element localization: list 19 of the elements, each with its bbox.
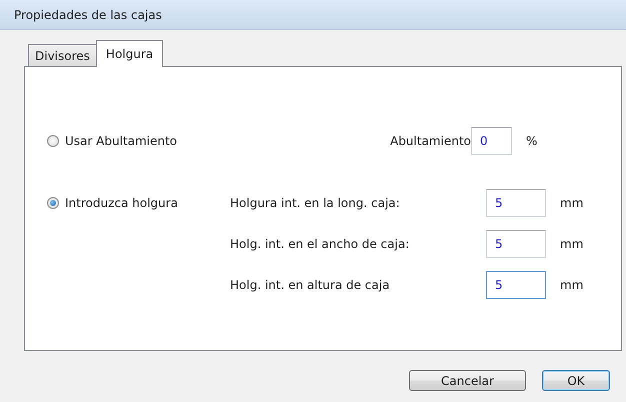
field-label: Holg. int. en el ancho de caja: (230, 236, 410, 253)
radio-option[interactable]: Introduzca holgura (47, 189, 178, 217)
input-field[interactable]: 5 (486, 189, 546, 217)
tab[interactable]: Holgura (96, 40, 164, 67)
dialog-button[interactable]: Cancelar (409, 370, 526, 391)
radio-option[interactable]: Usar Abultamiento (47, 127, 178, 155)
window-title: Propiedades de las cajas (0, 0, 626, 30)
unit-label: mm (560, 277, 584, 294)
dialog-button[interactable]: OK (542, 370, 610, 391)
input-field[interactable]: 0 (471, 127, 512, 155)
input-field[interactable]: 5 (486, 271, 546, 299)
unit-label: mm (560, 195, 584, 212)
unit-label: mm (560, 236, 584, 253)
unit-label: % (526, 133, 538, 150)
field-label: Abultamiento (389, 133, 471, 150)
field-label: Holgura int. en la long. caja: (230, 195, 401, 212)
tab[interactable]: Divisores (28, 44, 97, 66)
input-field[interactable]: 5 (486, 230, 546, 258)
field-label: Holg. int. en altura de caja (230, 277, 391, 294)
